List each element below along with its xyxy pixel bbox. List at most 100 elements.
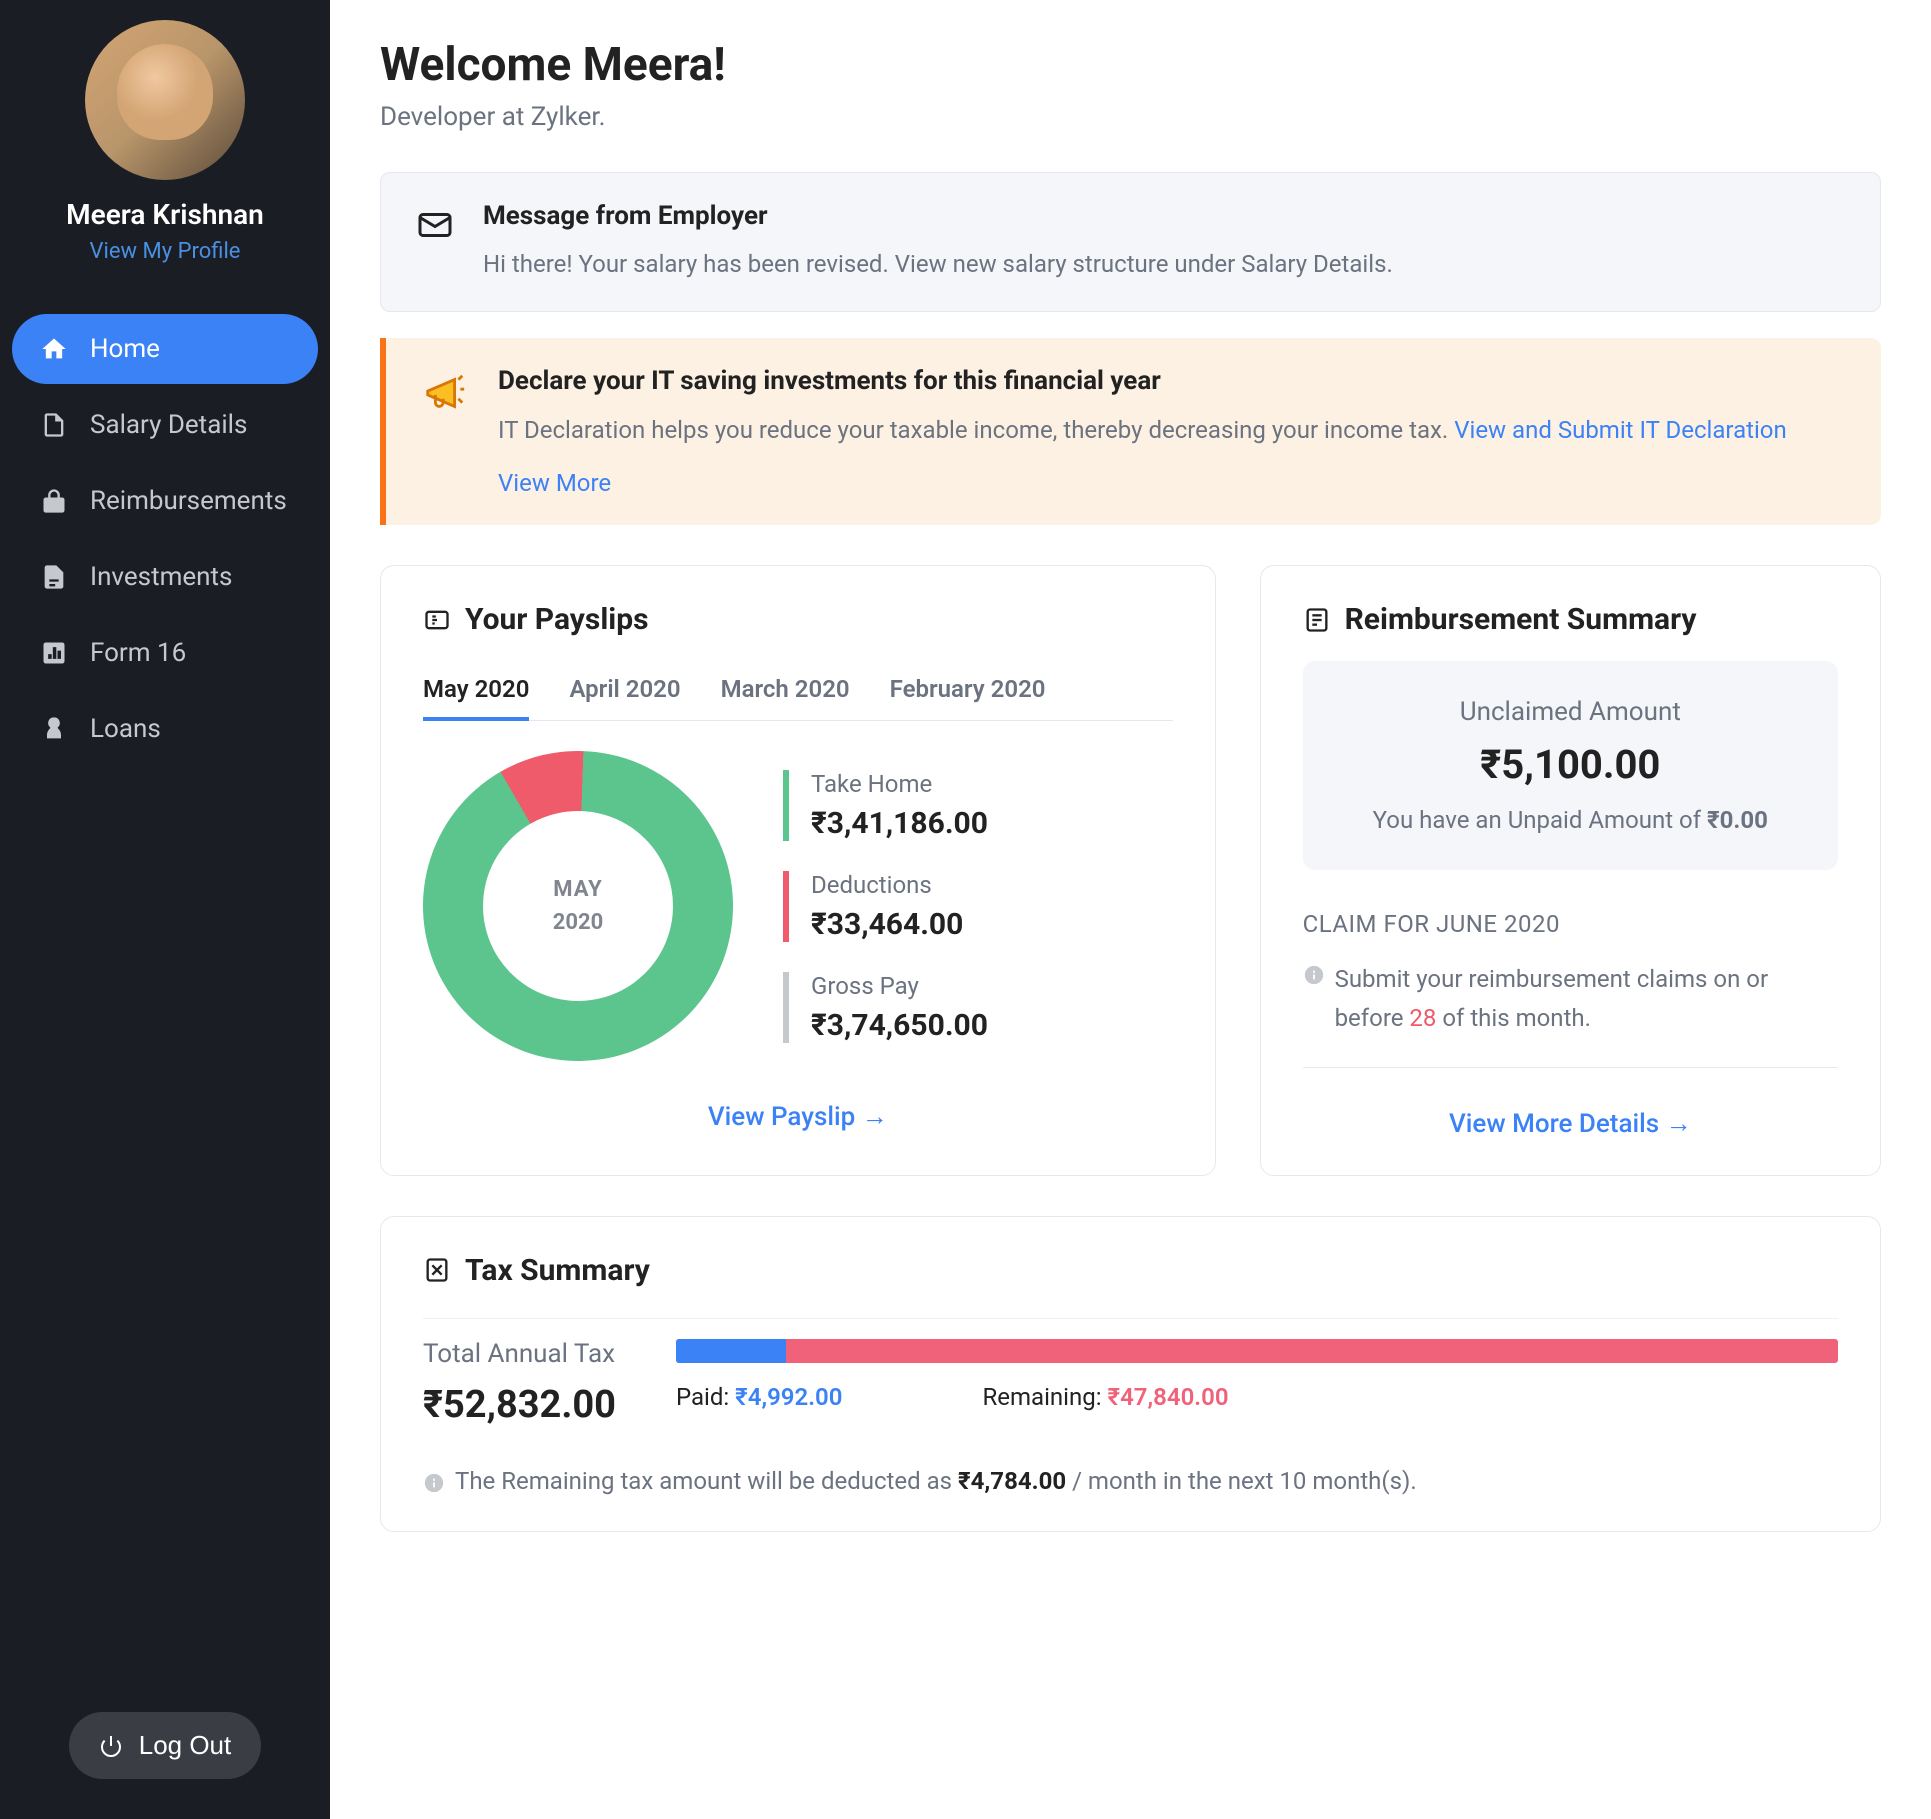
info-icon bbox=[1303, 964, 1325, 986]
payslips-header: Your Payslips bbox=[423, 602, 1173, 637]
tax-bar-chart bbox=[676, 1339, 1838, 1363]
tax-icon bbox=[423, 1256, 451, 1284]
claim-label: CLAIM FOR JUNE 2020 bbox=[1303, 910, 1838, 938]
sidebar-item-reimbursements[interactable]: Reimbursements bbox=[12, 466, 318, 536]
nav-menu: Home Salary Details Reimbursements Inves… bbox=[12, 294, 318, 1712]
info-icon bbox=[423, 1472, 445, 1494]
tax-body: Total Annual Tax ₹52,832.00 Paid: ₹4,992… bbox=[423, 1318, 1838, 1427]
unpaid-amount: ₹0.00 bbox=[1707, 806, 1768, 834]
stat-label: Gross Pay bbox=[811, 972, 1173, 1000]
view-payslip-link[interactable]: View Payslip → bbox=[708, 1102, 888, 1132]
stat-value: ₹3,41,186.00 bbox=[811, 806, 1173, 841]
reimbursement-card: Reimbursement Summary Unclaimed Amount ₹… bbox=[1260, 565, 1881, 1176]
view-more-details-link[interactable]: View More Details → bbox=[1449, 1109, 1692, 1139]
stat-value: ₹3,74,650.00 bbox=[811, 1008, 1173, 1043]
unpaid-prefix: You have an Unpaid Amount of bbox=[1373, 806, 1707, 834]
tax-note: The Remaining tax amount will be deducte… bbox=[423, 1467, 1838, 1495]
tax-remaining-legend: Remaining: ₹47,840.00 bbox=[982, 1383, 1228, 1411]
sidebar-item-salary[interactable]: Salary Details bbox=[12, 390, 318, 460]
tax-note-amount: ₹4,784.00 bbox=[958, 1467, 1066, 1495]
tax-total-label: Total Annual Tax bbox=[423, 1339, 616, 1369]
sidebar-item-investments[interactable]: Investments bbox=[12, 542, 318, 612]
tax-note-prefix: The Remaining tax amount will be deducte… bbox=[455, 1467, 958, 1495]
tab-may-2020[interactable]: May 2020 bbox=[423, 661, 529, 721]
reimbursement-icon bbox=[1303, 606, 1331, 634]
stat-label: Take Home bbox=[811, 770, 1173, 798]
claim-section: CLAIM FOR JUNE 2020 Submit your reimburs… bbox=[1303, 910, 1838, 1068]
tax-summary-card: Tax Summary Total Annual Tax ₹52,832.00 … bbox=[380, 1216, 1881, 1532]
loans-icon bbox=[40, 715, 68, 743]
sidebar-item-label: Investments bbox=[90, 562, 232, 592]
investments-icon bbox=[40, 563, 68, 591]
tax-paid-legend: Paid: ₹4,992.00 bbox=[676, 1383, 843, 1411]
payslips-title: Your Payslips bbox=[465, 602, 649, 637]
it-declaration-notice: Declare your IT saving investments for t… bbox=[380, 338, 1881, 525]
page-subtitle: Developer at Zylker. bbox=[380, 102, 1881, 132]
message-body: Hi there! Your salary has been revised. … bbox=[483, 245, 1393, 283]
payslips-card: Your Payslips May 2020 April 2020 March … bbox=[380, 565, 1216, 1176]
unclaimed-amount: ₹5,100.00 bbox=[1339, 741, 1802, 788]
logout-label: Log Out bbox=[139, 1730, 232, 1761]
stat-take-home: Take Home ₹3,41,186.00 bbox=[783, 770, 1173, 841]
view-more-link[interactable]: View More bbox=[498, 469, 611, 497]
stat-gross: Gross Pay ₹3,74,650.00 bbox=[783, 972, 1173, 1043]
paid-label: Paid: bbox=[676, 1383, 735, 1411]
tab-february-2020[interactable]: February 2020 bbox=[890, 661, 1046, 721]
reimbursement-footer: View More Details → bbox=[1303, 1108, 1838, 1139]
stat-deductions: Deductions ₹33,464.00 bbox=[783, 871, 1173, 942]
tax-bar-paid-segment bbox=[676, 1339, 786, 1363]
sidebar-item-loans[interactable]: Loans bbox=[12, 694, 318, 764]
salary-icon bbox=[40, 411, 68, 439]
reimbursement-header: Reimbursement Summary bbox=[1303, 602, 1838, 637]
page-title: Welcome Meera! bbox=[380, 38, 1881, 92]
main-content: Welcome Meera! Developer at Zylker. Mess… bbox=[330, 0, 1931, 1819]
tax-progress: Paid: ₹4,992.00 Remaining: ₹47,840.00 bbox=[676, 1339, 1838, 1411]
payslip-stats: Take Home ₹3,41,186.00 Deductions ₹33,46… bbox=[783, 770, 1173, 1043]
donut-month: MAY bbox=[553, 877, 602, 902]
mail-icon bbox=[417, 207, 453, 243]
view-profile-link[interactable]: View My Profile bbox=[90, 239, 241, 264]
notice-body: IT Declaration helps you reduce your tax… bbox=[498, 410, 1787, 451]
profile-name: Meera Krishnan bbox=[12, 198, 318, 231]
it-declaration-link[interactable]: View and Submit IT Declaration bbox=[1454, 416, 1787, 444]
claim-suffix: of this month. bbox=[1436, 1004, 1591, 1032]
unclaimed-box: Unclaimed Amount ₹5,100.00 You have an U… bbox=[1303, 661, 1838, 870]
unpaid-text: You have an Unpaid Amount of ₹0.00 bbox=[1339, 806, 1802, 834]
sidebar-item-label: Loans bbox=[90, 714, 161, 744]
payslip-body: MAY 2020 Take Home ₹3,41,186.00 Deductio… bbox=[423, 751, 1173, 1061]
form16-icon bbox=[40, 639, 68, 667]
logout-button[interactable]: Log Out bbox=[69, 1712, 262, 1779]
sidebar-item-home[interactable]: Home bbox=[12, 314, 318, 384]
cards-row: Your Payslips May 2020 April 2020 March … bbox=[380, 565, 1881, 1176]
donut-year: 2020 bbox=[553, 910, 604, 935]
tax-legend: Paid: ₹4,992.00 Remaining: ₹47,840.00 bbox=[676, 1383, 1838, 1411]
sidebar-item-label: Home bbox=[90, 334, 160, 364]
reimbursement-title: Reimbursement Summary bbox=[1345, 602, 1697, 637]
tax-note-suffix: / month in the next 10 month(s). bbox=[1066, 1467, 1417, 1495]
notice-body-text: IT Declaration helps you reduce your tax… bbox=[498, 416, 1454, 444]
payslip-icon bbox=[423, 606, 451, 634]
claim-date: 28 bbox=[1409, 1004, 1436, 1032]
payslip-tabs: May 2020 April 2020 March 2020 February … bbox=[423, 661, 1173, 721]
employer-message-card: Message from Employer Hi there! Your sal… bbox=[380, 172, 1881, 312]
remaining-value: ₹47,840.00 bbox=[1108, 1383, 1229, 1411]
sidebar: Meera Krishnan View My Profile Home Sala… bbox=[0, 0, 330, 1819]
tab-april-2020[interactable]: April 2020 bbox=[569, 661, 680, 721]
sidebar-item-form16[interactable]: Form 16 bbox=[12, 618, 318, 688]
claim-text: Submit your reimbursement claims on or b… bbox=[1303, 960, 1838, 1037]
paid-value: ₹4,992.00 bbox=[735, 1383, 842, 1411]
remaining-label: Remaining: bbox=[982, 1383, 1107, 1411]
profile-section: Meera Krishnan View My Profile bbox=[12, 20, 318, 294]
notice-title: Declare your IT saving investments for t… bbox=[498, 366, 1787, 396]
home-icon bbox=[40, 335, 68, 363]
megaphone-icon bbox=[422, 370, 468, 416]
tax-total: Total Annual Tax ₹52,832.00 bbox=[423, 1339, 616, 1427]
tab-march-2020[interactable]: March 2020 bbox=[721, 661, 850, 721]
avatar[interactable] bbox=[85, 20, 245, 180]
sidebar-item-label: Form 16 bbox=[90, 638, 186, 668]
sidebar-item-label: Salary Details bbox=[90, 410, 247, 440]
payslip-donut-chart: MAY 2020 bbox=[423, 751, 733, 1061]
reimburse-icon bbox=[40, 487, 68, 515]
payslip-footer: View Payslip → bbox=[423, 1101, 1173, 1132]
stat-label: Deductions bbox=[811, 871, 1173, 899]
